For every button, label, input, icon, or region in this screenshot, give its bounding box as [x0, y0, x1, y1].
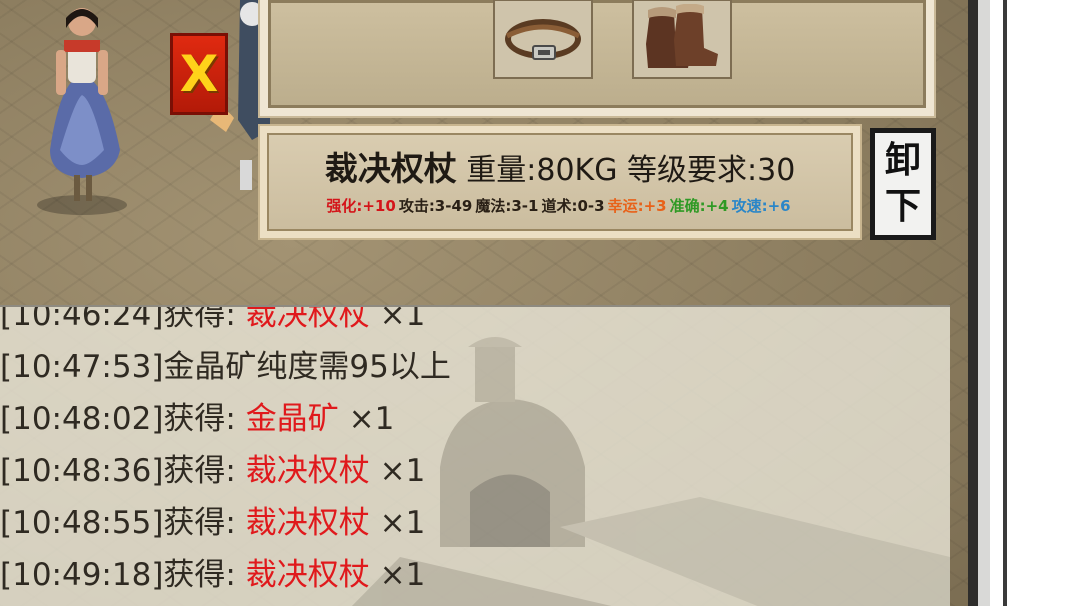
item-title-row: 裁决权杖 重量:80KG 等级要求:30	[325, 149, 796, 191]
item-info-inner: 裁决权杖 重量:80KG 等级要求:30 强化:+10 攻击:3-49 魔法:3-1…	[267, 133, 853, 231]
unequip-label-1: 卸	[884, 140, 921, 181]
window-edge-dark	[968, 0, 978, 606]
chat-line: [10:48:55]获得: 裁决权杖 ×1	[0, 497, 950, 549]
chat-line: [10:47:53]金晶矿纯度需95以上	[0, 341, 950, 393]
chat-message: 金晶矿纯度需95以上	[163, 349, 451, 385]
chat-timestamp: [10:48:02]	[0, 401, 164, 437]
chat-item-count: ×1	[338, 401, 395, 437]
item-info-panel: 裁决权杖 重量:80KG 等级要求:30 强化:+10 攻击:3-49 魔法:3-1…	[258, 124, 862, 240]
chat-item-count: ×1	[369, 453, 426, 489]
chat-item-count: ×1	[369, 557, 426, 593]
chat-line: [10:49:18]获得: 裁决权杖 ×1	[0, 549, 950, 601]
close-button[interactable]: X	[170, 33, 228, 115]
chat-message: 获得:	[163, 557, 246, 593]
chat-item-count: ×1	[369, 505, 426, 541]
chat-message: 获得:	[163, 505, 246, 541]
equipment-slot-belt[interactable]	[493, 0, 593, 79]
item-level-requirement: 等级要求:30	[627, 152, 796, 188]
equipment-panel	[258, 0, 936, 118]
window-edge-line	[1003, 0, 1007, 606]
chat-message: 获得:	[163, 401, 246, 437]
window-edge-light	[978, 0, 990, 606]
chat-timestamp: [10:46:24]	[0, 305, 164, 333]
chat-timestamp: [10:48:55]	[0, 505, 164, 541]
item-stat: 道术:0-3	[541, 196, 605, 215]
chat-lines: [10:46:24]获得: 裁决权杖 ×1 [10:47:53]金晶矿纯度需95以…	[0, 305, 950, 601]
item-stat: 强化:+10	[326, 196, 396, 215]
chat-item-count: ×1	[369, 305, 426, 333]
chat-item-name: 裁决权杖	[245, 505, 370, 541]
chat-item-name: 裁决权杖	[245, 453, 370, 489]
chat-item-name: 金晶矿	[245, 401, 339, 437]
equipment-panel-inner	[268, 0, 926, 108]
chat-line: [10:48:36]获得: 裁决权杖 ×1	[0, 445, 950, 497]
unequip-button-face: 卸 下	[875, 133, 931, 235]
item-stat: 攻速:+6	[731, 196, 791, 215]
equipment-slot-boots[interactable]	[632, 0, 732, 79]
chat-message: 获得:	[163, 453, 246, 489]
chat-item-name: 裁决权杖	[245, 305, 370, 333]
system-message-log[interactable]: [10:46:24]获得: 裁决权杖 ×1 [10:47:53]金晶矿纯度需95以…	[0, 305, 950, 606]
unequip-button[interactable]: 卸 下	[870, 128, 936, 240]
npc-character[interactable]	[20, 0, 140, 220]
chat-timestamp: [10:49:18]	[0, 557, 164, 593]
item-stat: 准确:+4	[669, 196, 729, 215]
game-viewport[interactable]: X 裁决权杖 重量:80KG 等级要求:30 强化:+10 攻击:3-49 魔法…	[0, 0, 975, 606]
item-name: 裁决权杖	[324, 148, 457, 188]
chat-message: 获得:	[163, 305, 246, 333]
close-button-label: X	[179, 45, 219, 103]
item-stat: 魔法:3-1	[475, 196, 539, 215]
chat-item-name: 裁决权杖	[245, 557, 370, 593]
item-stat: 攻击:3-49	[398, 196, 473, 215]
unequip-label-2: 下	[884, 186, 921, 227]
chat-timestamp: [10:48:36]	[0, 453, 164, 489]
item-weight: 重量:80KG	[466, 152, 618, 188]
chat-timestamp: [10:47:53]	[0, 349, 164, 385]
chat-line: [10:46:24]获得: 裁决权杖 ×1	[0, 305, 950, 341]
item-stat: 幸运:+3	[607, 196, 667, 215]
chat-line: [10:48:02]获得: 金晶矿 ×1	[0, 393, 950, 445]
belt-icon	[505, 19, 581, 60]
boots-icon	[646, 4, 718, 68]
item-stats-row: 强化:+10 攻击:3-49 魔法:3-1 道术:0-3 幸运:+3 准确:+4 攻速:+6	[326, 195, 793, 216]
